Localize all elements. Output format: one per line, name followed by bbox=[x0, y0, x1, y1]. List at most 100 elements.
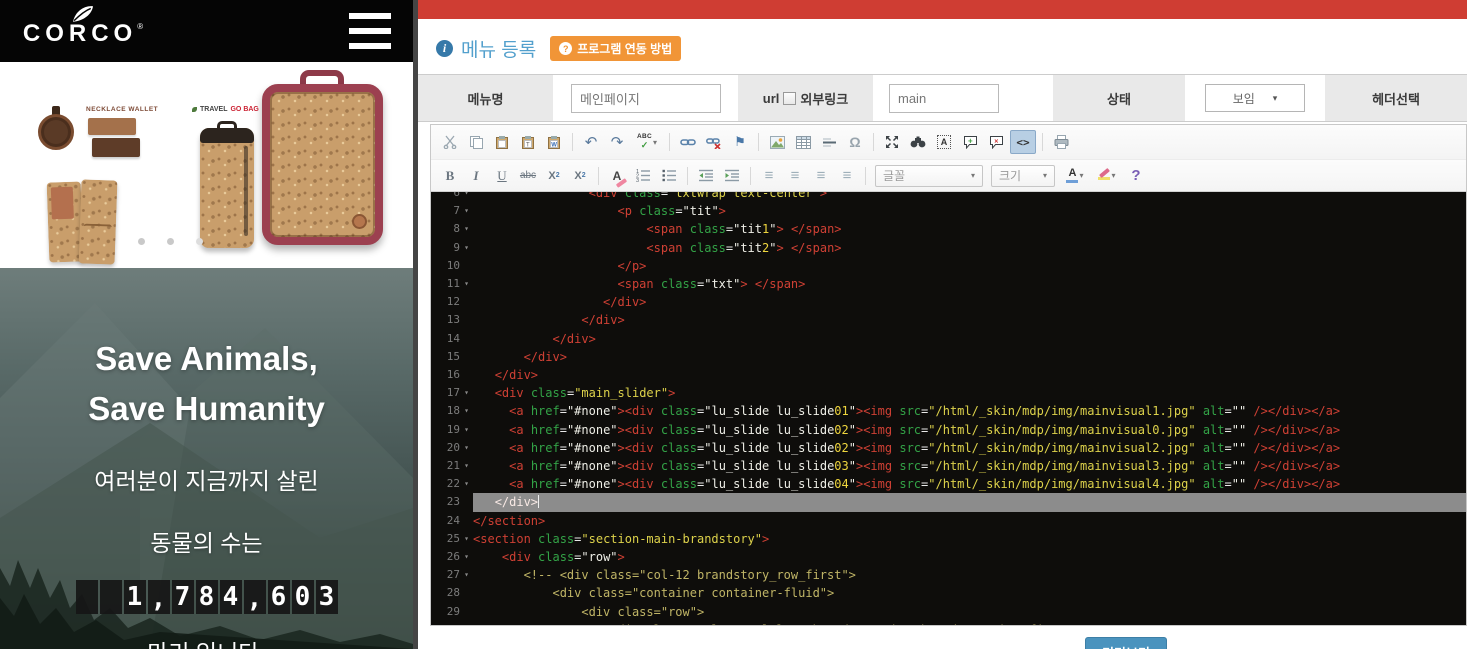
code-line[interactable]: 24</section> bbox=[431, 512, 1466, 530]
url-input[interactable] bbox=[889, 84, 999, 113]
paste-from-word-icon[interactable]: W bbox=[542, 130, 566, 154]
code-line[interactable]: 30 <div class="col-12 col-lg-6 brandstor… bbox=[431, 621, 1466, 625]
fold-arrow-icon[interactable]: ▾ bbox=[460, 384, 473, 402]
print-icon[interactable] bbox=[1049, 130, 1073, 154]
hamburger-menu-icon[interactable] bbox=[349, 13, 391, 49]
code-line[interactable]: 22▾ <a href="#none"><div class="lu_slide… bbox=[431, 475, 1466, 493]
italic-icon[interactable]: I bbox=[464, 164, 488, 188]
preview-button[interactable]: 미리보기 bbox=[1085, 637, 1167, 649]
code-line[interactable]: 7▾ <p class="tit"> bbox=[431, 202, 1466, 220]
fold-arrow-icon[interactable]: ▾ bbox=[460, 275, 473, 293]
align-left-icon[interactable]: ≡ bbox=[757, 164, 781, 188]
code-line[interactable]: 19▾ <a href="#none"><div class="lu_slide… bbox=[431, 421, 1466, 439]
strikethrough-icon[interactable]: abc bbox=[516, 164, 540, 188]
font-dropdown[interactable]: 글꼴 ▾ bbox=[875, 165, 983, 187]
fold-arrow-icon[interactable]: ▾ bbox=[460, 239, 473, 257]
code-line[interactable]: 25▾<section class="section-main-brandsto… bbox=[431, 530, 1466, 548]
code-line[interactable]: 17▾ <div class="main_slider"> bbox=[431, 384, 1466, 402]
background-color-icon[interactable]: ▾ bbox=[1092, 164, 1122, 188]
fold-arrow-icon[interactable]: ▾ bbox=[460, 192, 473, 202]
add-placeholder-icon[interactable]: + bbox=[958, 130, 982, 154]
fold-arrow-icon[interactable]: ▾ bbox=[460, 220, 473, 238]
code-line[interactable]: 28 <div class="container container-fluid… bbox=[431, 584, 1466, 602]
fold-arrow-icon[interactable]: ▾ bbox=[460, 530, 473, 548]
unlink-icon[interactable] bbox=[702, 130, 726, 154]
code-line[interactable]: 8▾ <span class="tit1"> </span> bbox=[431, 220, 1466, 238]
anchor-icon[interactable]: ⚑ bbox=[728, 130, 752, 154]
site-logo[interactable]: CORCO® bbox=[18, 4, 148, 46]
source-code-editor[interactable]: 6▾ <div class="txtwrap text-center">7▾ <… bbox=[431, 192, 1466, 625]
align-right-icon[interactable]: ≡ bbox=[809, 164, 833, 188]
image-icon[interactable] bbox=[765, 130, 789, 154]
code-line[interactable]: 14 </div> bbox=[431, 330, 1466, 348]
code-line[interactable]: 23 </div> bbox=[431, 493, 1466, 511]
indent-icon[interactable] bbox=[720, 164, 744, 188]
code-line[interactable]: 26▾ <div class="row"> bbox=[431, 548, 1466, 566]
horizontal-line-icon[interactable] bbox=[817, 130, 841, 154]
code-line[interactable]: 9▾ <span class="tit2"> </span> bbox=[431, 239, 1466, 257]
undo-icon[interactable]: ↶ bbox=[579, 130, 603, 154]
status-select[interactable]: 보임 ▾ bbox=[1205, 84, 1305, 112]
code-line[interactable]: 15 </div> bbox=[431, 348, 1466, 366]
subscript-icon[interactable]: X2 bbox=[542, 164, 566, 188]
bold-icon[interactable]: B bbox=[438, 164, 462, 188]
program-link-help-button[interactable]: ? 프로그램 연동 방법 bbox=[550, 36, 681, 61]
copy-icon[interactable] bbox=[464, 130, 488, 154]
find-icon[interactable] bbox=[906, 130, 930, 154]
fold-arrow-icon[interactable]: ▾ bbox=[460, 475, 473, 493]
code-line[interactable]: 27▾ <!-- <div class="col-12 brandstory_r… bbox=[431, 566, 1466, 584]
about-icon[interactable]: ? bbox=[1124, 164, 1148, 188]
redo-icon[interactable]: ↷ bbox=[605, 130, 629, 154]
fold-arrow-icon[interactable]: ▾ bbox=[460, 566, 473, 584]
remove-placeholder-icon[interactable]: × bbox=[984, 130, 1008, 154]
align-justify-icon[interactable]: ≡ bbox=[835, 164, 859, 188]
source-button[interactable]: <> bbox=[1010, 130, 1036, 154]
carousel-dots[interactable] bbox=[138, 238, 203, 245]
cork-suitcase-image bbox=[262, 84, 383, 245]
wallet-image bbox=[88, 118, 136, 135]
select-all-icon[interactable]: A bbox=[932, 130, 956, 154]
code-line[interactable]: 12 </div> bbox=[431, 293, 1466, 311]
fold-arrow-icon[interactable]: ▾ bbox=[460, 202, 473, 220]
fold-arrow-icon[interactable]: ▾ bbox=[460, 439, 473, 457]
code-line[interactable]: 6▾ <div class="txtwrap text-center"> bbox=[431, 192, 1466, 202]
paste-as-text-icon[interactable]: T bbox=[516, 130, 540, 154]
paste-icon[interactable] bbox=[490, 130, 514, 154]
code-line[interactable]: 21▾ <a href="#none"><div class="lu_slide… bbox=[431, 457, 1466, 475]
code-line[interactable]: 11▾ <span class="txt"> </span> bbox=[431, 275, 1466, 293]
bulleted-list-icon[interactable] bbox=[657, 164, 681, 188]
align-center-icon[interactable]: ≡ bbox=[783, 164, 807, 188]
spellcheck-icon[interactable]: ABC ✓ ▾ bbox=[631, 130, 663, 154]
underline-icon[interactable]: U bbox=[490, 164, 514, 188]
fold-arrow-icon[interactable]: ▾ bbox=[460, 402, 473, 420]
code-line[interactable]: 13 </div> bbox=[431, 311, 1466, 329]
code-line[interactable]: 16 </div> bbox=[431, 366, 1466, 384]
table-icon[interactable] bbox=[791, 130, 815, 154]
fold-arrow-icon[interactable]: ▾ bbox=[460, 548, 473, 566]
help-button-label: 프로그램 연동 방법 bbox=[577, 40, 672, 57]
code-line[interactable]: 18▾ <a href="#none"><div class="lu_slide… bbox=[431, 402, 1466, 420]
outdent-icon[interactable] bbox=[694, 164, 718, 188]
special-character-icon[interactable]: Ω bbox=[843, 130, 867, 154]
link-icon[interactable] bbox=[676, 130, 700, 154]
fold-arrow-icon[interactable]: ▾ bbox=[460, 421, 473, 439]
toolbar-separator bbox=[758, 133, 759, 151]
code-line[interactable]: 29 <div class="row"> bbox=[431, 603, 1466, 621]
carousel-dot[interactable] bbox=[167, 238, 174, 245]
fold-arrow-icon[interactable]: ▾ bbox=[460, 457, 473, 475]
text-color-icon[interactable]: A ▾ bbox=[1060, 164, 1090, 188]
product-carousel[interactable]: NECKLACE WALLET TRAVEL GO BAG bbox=[0, 62, 413, 268]
cut-icon[interactable] bbox=[438, 130, 462, 154]
external-link-checkbox[interactable] bbox=[783, 92, 796, 105]
size-dropdown[interactable]: 크기 ▾ bbox=[991, 165, 1055, 187]
numbered-list-icon[interactable]: 123 bbox=[631, 164, 655, 188]
carousel-dot[interactable] bbox=[138, 238, 145, 245]
url-cell bbox=[873, 75, 1053, 121]
maximize-icon[interactable] bbox=[880, 130, 904, 154]
menu-name-input[interactable] bbox=[571, 84, 721, 113]
carousel-dot[interactable] bbox=[196, 238, 203, 245]
code-line[interactable]: 20▾ <a href="#none"><div class="lu_slide… bbox=[431, 439, 1466, 457]
code-line[interactable]: 10 </p> bbox=[431, 257, 1466, 275]
remove-format-icon[interactable]: A bbox=[605, 164, 629, 188]
superscript-icon[interactable]: X2 bbox=[568, 164, 592, 188]
